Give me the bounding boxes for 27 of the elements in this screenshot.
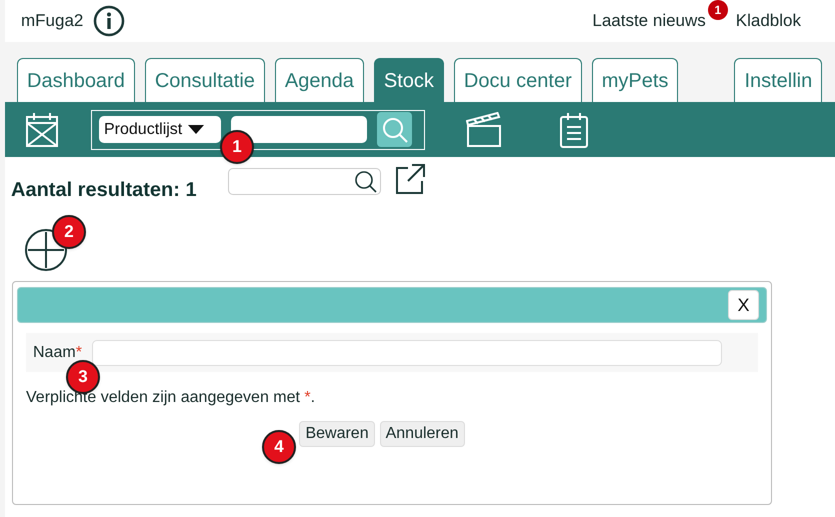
app-name: mFuga2 [21, 10, 84, 32]
tab[interactable]: Docu center [454, 58, 582, 102]
tab[interactable]: Agenda [274, 58, 364, 102]
tab[interactable]: Dashboard [17, 58, 135, 102]
clapperboard-icon[interactable] [466, 112, 502, 148]
caret-icon [188, 125, 204, 134]
name-field[interactable] [92, 340, 722, 366]
field-label: Naam* [33, 342, 82, 362]
clipboard-icon[interactable] [559, 112, 589, 148]
close-button[interactable]: X [728, 290, 759, 320]
header-link[interactable]: Kladblok [736, 8, 801, 34]
info-icon[interactable] [93, 5, 126, 37]
form-button[interactable]: Annuleren [380, 421, 465, 447]
tab[interactable]: myPets [592, 58, 678, 102]
header-link[interactable]: Laatste nieuws [592, 8, 706, 34]
filter-field[interactable] [228, 168, 381, 195]
form-button[interactable]: Bewaren [299, 421, 375, 447]
list-select[interactable]: Productlijst [99, 116, 221, 143]
tab[interactable]: Stock [374, 58, 444, 102]
tab[interactable]: Instellin [734, 58, 822, 102]
calendar-icon[interactable] [25, 112, 59, 148]
tab[interactable]: Consultatie [144, 58, 265, 102]
search-icon [354, 170, 378, 194]
external-link-icon[interactable] [394, 164, 425, 194]
search-icon [380, 116, 408, 144]
results-heading: Aantal resultaten: 1 [11, 178, 197, 203]
notification-badge: 1 [708, 0, 728, 20]
